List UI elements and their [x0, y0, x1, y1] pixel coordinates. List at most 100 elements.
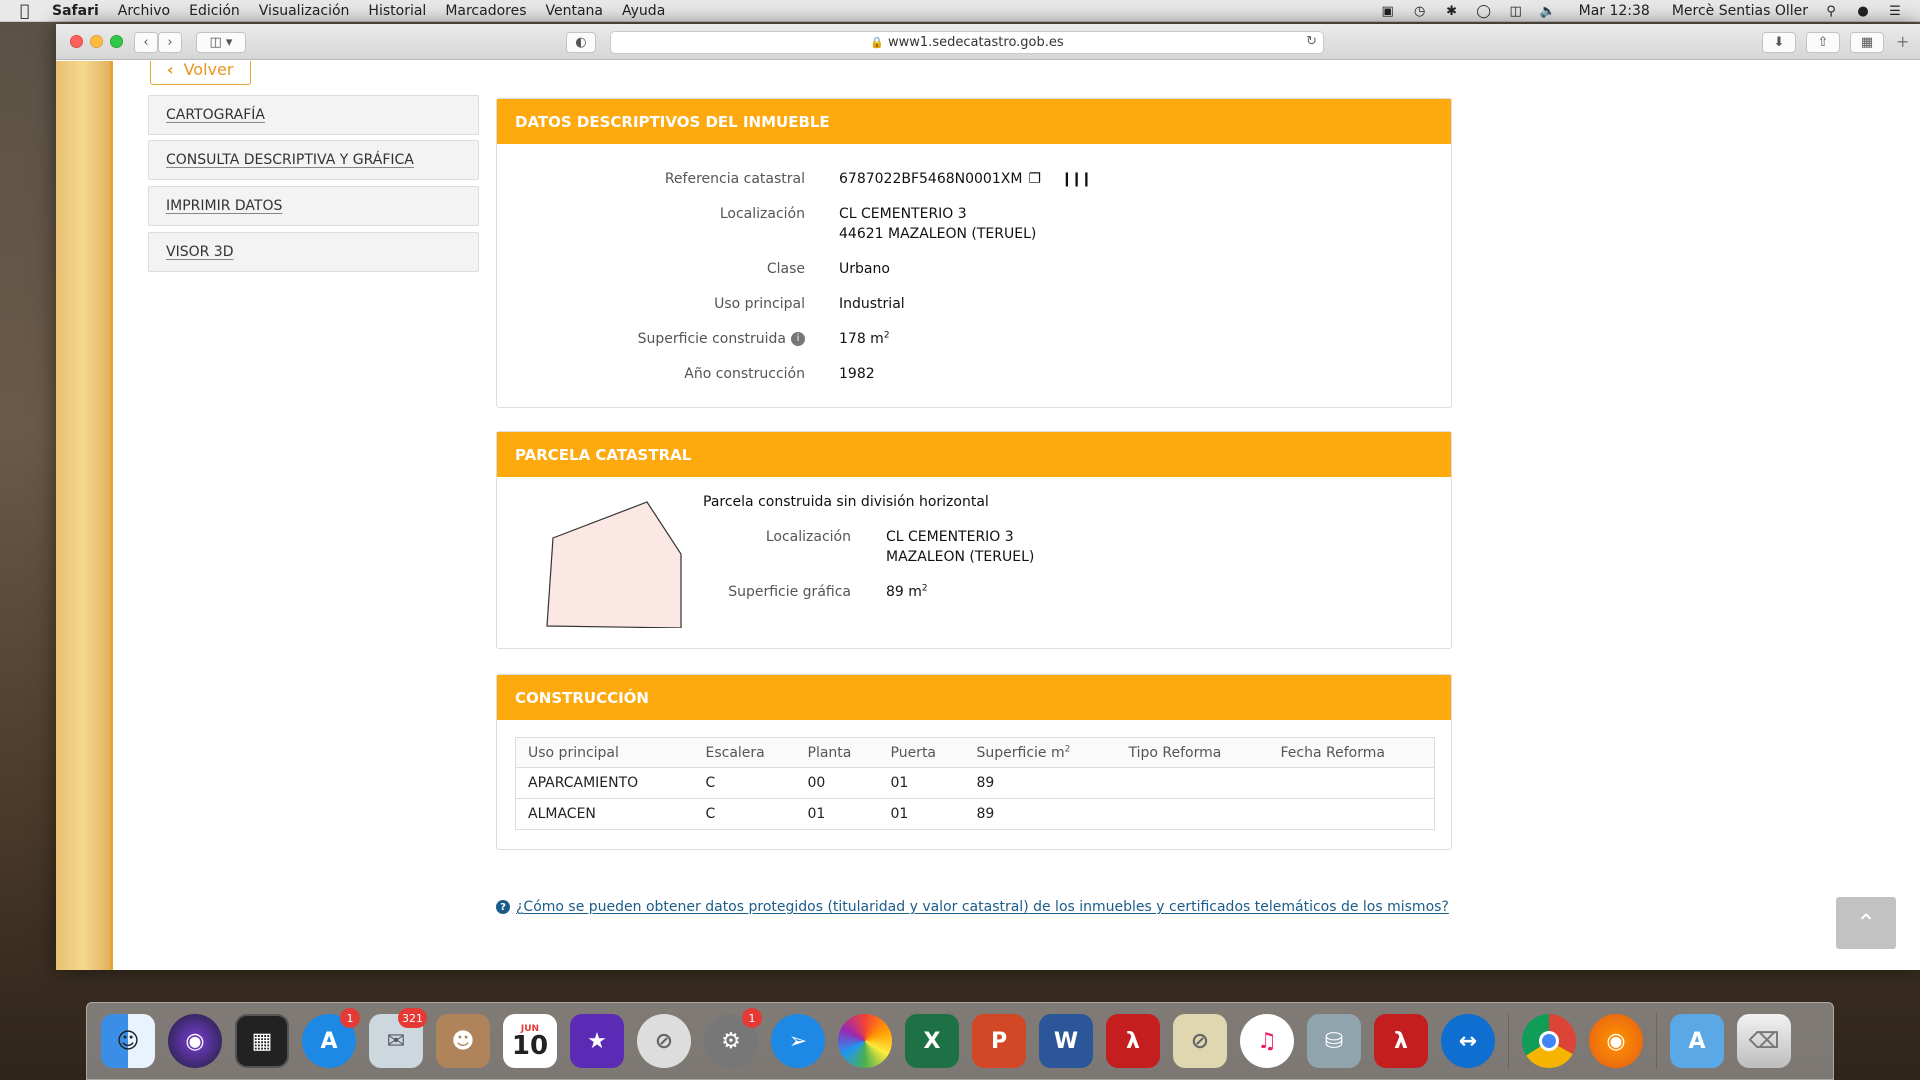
menu-archivo[interactable]: Archivo [118, 3, 170, 19]
wifi-icon[interactable]: ◯ [1475, 4, 1493, 19]
web-page: ‹ Volver CARTOGRAFÍA CONSULTA DESCRIPTIV… [56, 61, 1920, 970]
calendar-icon[interactable]: JUN 10 [503, 1014, 557, 1068]
sidebar-toggle-icon[interactable]: ◫ ▾ [196, 32, 246, 53]
time-machine-icon[interactable]: ◷ [1411, 4, 1429, 19]
table-row: ALMACEN C 01 01 89 [515, 798, 1435, 830]
cell-escalera: C [693, 767, 796, 799]
spotlight-icon[interactable]: ⚲ [1822, 4, 1840, 19]
datos-descriptivos-title: DATOS DESCRIPTIVOS DEL INMUEBLE [497, 99, 1451, 144]
disabled-app-icon[interactable]: ⊘ [637, 1014, 691, 1068]
loc-line2: 44621 MAZALEON (TERUEL) [839, 226, 1037, 242]
volume-icon[interactable]: 🔈 [1539, 4, 1557, 19]
tab-overview-icon[interactable]: ▦ [1850, 32, 1884, 53]
info-icon[interactable]: i [791, 332, 805, 346]
firefox-icon[interactable]: ◉ [1589, 1014, 1643, 1068]
new-tab-icon[interactable]: + [1896, 32, 1909, 51]
menu-bar:  Safari Archivo Edición Visualización H… [0, 0, 1920, 22]
cell-escalera: C [693, 798, 796, 830]
acrobat-reader-icon[interactable]: λ [1374, 1014, 1428, 1068]
sup-exp: 2 [883, 330, 890, 341]
menu-user[interactable]: Mercè Sentias Oller [1672, 3, 1808, 19]
menu-app-name[interactable]: Safari [52, 3, 99, 19]
excel-icon[interactable]: X [905, 1014, 959, 1068]
photo-booth-icon[interactable]: ▦ [235, 1014, 289, 1068]
safari-window: ‹ › ◫ ▾ ◐ 🔒 www1.sedecatastro.gob.es ↻ ⬇… [56, 24, 1920, 970]
word-icon[interactable]: W [1039, 1014, 1093, 1068]
mail-badge: 321 [398, 1008, 427, 1028]
acrobat-icon[interactable]: λ [1106, 1014, 1160, 1068]
scroll-to-top-button[interactable]: ⌃ [1836, 897, 1896, 949]
construccion-title: CONSTRUCCIÓN [497, 675, 1451, 720]
battery-icon[interactable]: ◫ [1507, 4, 1525, 19]
parcela-sup-group: 89 m2 [886, 582, 928, 602]
cell-puerta: 01 [878, 798, 965, 830]
share-icon[interactable]: ⇧ [1806, 32, 1840, 53]
siri-dock-icon[interactable]: ◉ [168, 1014, 222, 1068]
volver-button[interactable]: ‹ Volver [150, 61, 251, 85]
mail-icon[interactable]: ✉ 321 [369, 1008, 427, 1068]
preview-icon[interactable]: ⛁ [1307, 1014, 1361, 1068]
faq-link-text: ¿Cómo se pueden obtener datos protegidos… [516, 899, 1449, 915]
screen-share-icon[interactable]: ▣ [1379, 4, 1397, 19]
chrome-icon[interactable] [1522, 1014, 1576, 1068]
calendar-day: 10 [511, 1031, 549, 1061]
powerpoint-icon[interactable]: P [972, 1014, 1026, 1068]
siri-icon[interactable]: ● [1854, 4, 1872, 19]
menu-historial[interactable]: Historial [368, 3, 426, 19]
col-uso: Uso principal [515, 737, 694, 768]
sidebar-cartografia[interactable]: CARTOGRAFÍA [148, 95, 479, 135]
disabled-app-icon-2[interactable]: ⊘ [1173, 1014, 1227, 1068]
trash-icon[interactable]: ⌫ [1737, 1014, 1791, 1068]
itunes-icon[interactable]: ♫ [1240, 1014, 1294, 1068]
help-circle-icon: ? [496, 900, 510, 914]
app-store-icon[interactable]: A1 [302, 1008, 360, 1068]
finder-icon[interactable]: ☺ [101, 1014, 155, 1068]
close-window-button[interactable] [70, 35, 83, 48]
menu-edicion[interactable]: Edición [189, 3, 240, 19]
construccion-panel: CONSTRUCCIÓN Uso principal Escalera Plan… [496, 674, 1452, 850]
sidebar-visor3d-label: VISOR 3D [166, 244, 234, 260]
back-nav-icon[interactable]: ‹ [134, 32, 158, 53]
faq-link[interactable]: ? ¿Cómo se pueden obtener datos protegid… [496, 899, 1449, 915]
menu-ventana[interactable]: Ventana [546, 3, 604, 19]
system-preferences-badge: 1 [742, 1008, 762, 1028]
teamviewer-icon[interactable]: ↔ [1441, 1014, 1495, 1068]
zoom-window-button[interactable] [110, 35, 123, 48]
forward-nav-icon[interactable]: › [158, 32, 182, 53]
dock-separator [1508, 1013, 1509, 1069]
apple-icon[interactable]:  [20, 2, 34, 19]
side-decor-stripe [56, 61, 113, 970]
minimize-window-button[interactable] [90, 35, 103, 48]
menu-clock[interactable]: Mar 12:38 [1579, 3, 1650, 19]
bluetooth-icon[interactable]: ✱ [1443, 4, 1461, 19]
menu-ayuda[interactable]: Ayuda [622, 3, 665, 19]
menu-visualizacion[interactable]: Visualización [259, 3, 350, 19]
table-header-row: Uso principal Escalera Planta Puerta Sup… [515, 737, 1435, 768]
downloads-icon[interactable]: ⬇ [1762, 32, 1796, 53]
sidebar-visor3d[interactable]: VISOR 3D [148, 232, 479, 272]
col-puerta: Puerta [878, 737, 965, 768]
copy-icon[interactable]: ❐ [1028, 169, 1041, 189]
barcode-icon[interactable]: ❙❙❙ [1061, 169, 1092, 189]
contacts-icon[interactable]: ☻ [436, 1014, 490, 1068]
dock: ☺ ◉ ▦ A1 ✉ 321 ☻ JUN 10 ★ ⊘ ⚙ 1 ➢ X P W λ ⊘… [86, 1002, 1834, 1080]
imovie-icon[interactable]: ★ [570, 1014, 624, 1068]
reload-icon[interactable]: ↻ [1306, 34, 1317, 49]
address-bar[interactable]: 🔒 www1.sedecatastro.gob.es ↻ [610, 31, 1324, 54]
system-preferences-icon[interactable]: ⚙ 1 [704, 1008, 762, 1068]
notification-center-icon[interactable]: ☰ [1886, 4, 1904, 19]
cell-fecha-reforma [1268, 798, 1435, 830]
sidebar-consulta[interactable]: CONSULTA DESCRIPTIVA Y GRÁFICA [148, 140, 479, 180]
parcela-panel: PARCELA CATASTRAL Parcela construida sin… [496, 431, 1452, 649]
photos-icon[interactable] [838, 1014, 892, 1068]
sidebar-imprimir[interactable]: IMPRIMIR DATOS [148, 186, 479, 226]
parcela-desc: Parcela construida sin división horizont… [703, 494, 989, 510]
privacy-shield-icon[interactable]: ◐ [566, 32, 596, 53]
safari-dock-icon[interactable]: ➢ [771, 1014, 825, 1068]
applications-folder-icon[interactable]: A [1670, 1014, 1724, 1068]
parcela-shape-map[interactable] [545, 498, 685, 628]
anio-label: Año construcción [684, 366, 805, 382]
col-escalera: Escalera [693, 737, 796, 768]
ref-label: Referencia catastral [664, 171, 805, 187]
menu-marcadores[interactable]: Marcadores [445, 3, 526, 19]
